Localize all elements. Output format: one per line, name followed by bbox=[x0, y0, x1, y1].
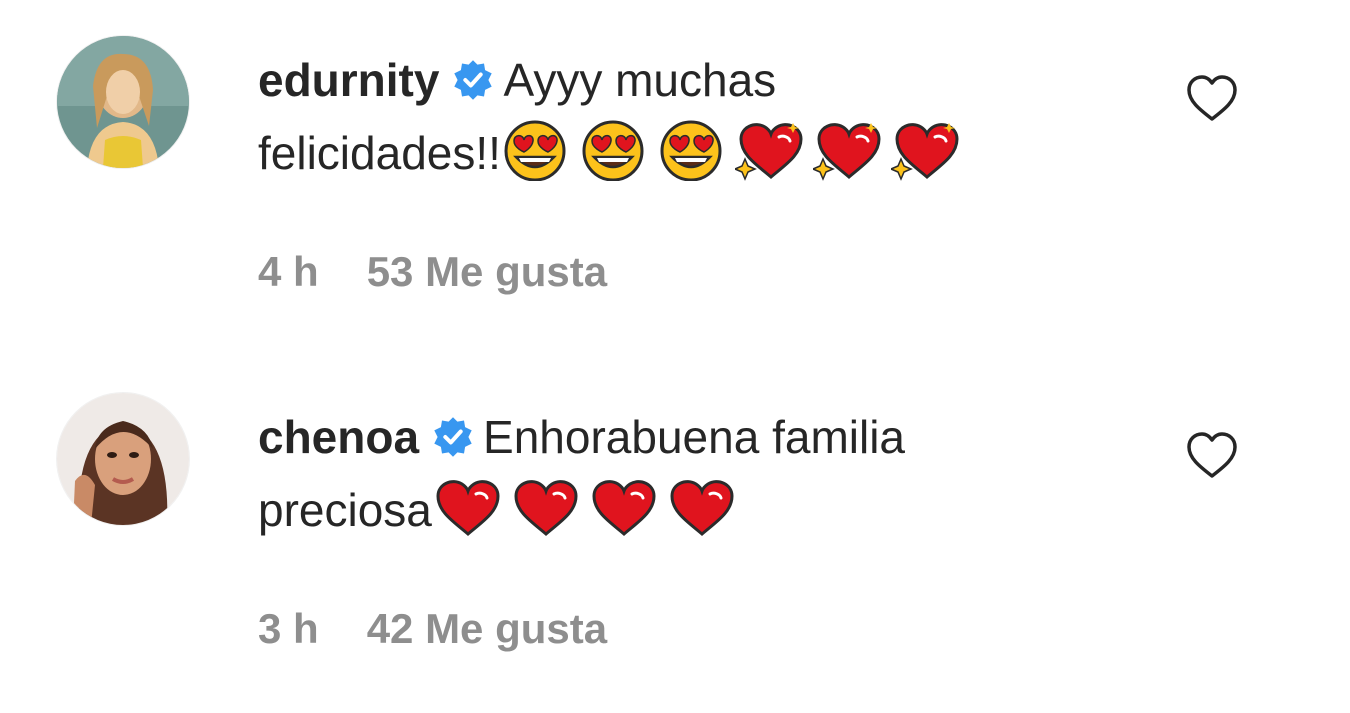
verified-badge-icon bbox=[431, 415, 475, 459]
comment-text: edurnity Ayyy muchas felicidades!! bbox=[258, 44, 1138, 190]
comment-likes[interactable]: 42 Me gusta bbox=[367, 605, 607, 652]
heart-eyes-emoji-icon bbox=[579, 119, 651, 181]
heart-eyes-emoji-icon bbox=[657, 119, 729, 181]
comment-text-line2: preciosa bbox=[258, 484, 432, 536]
like-heart-icon[interactable] bbox=[1185, 74, 1239, 124]
sparkling-heart-emoji-icon bbox=[812, 119, 885, 181]
verified-badge-icon bbox=[451, 58, 495, 102]
comment-text-line1: Ayyy muchas bbox=[503, 54, 777, 106]
red-heart-emoji-icon bbox=[588, 476, 660, 538]
red-heart-emoji-icon bbox=[666, 476, 738, 538]
red-heart-emoji-icon bbox=[510, 476, 582, 538]
comment-item: edurnity Ayyy muchas felicidades!! 4 h 5… bbox=[0, 0, 1350, 356]
red-heart-emoji-icon bbox=[432, 476, 504, 538]
comment-likes[interactable]: 53 Me gusta bbox=[367, 248, 607, 295]
comment-text-line2: felicidades!! bbox=[258, 127, 501, 179]
comment-item: chenoa Enhorabuena familia preciosa 3 h … bbox=[0, 357, 1350, 713]
comment-time[interactable]: 3 h bbox=[258, 605, 319, 652]
comment-meta: 3 h 42 Me gusta bbox=[258, 605, 607, 653]
comment-text-line1: Enhorabuena familia bbox=[483, 411, 905, 463]
sparkling-heart-emoji-icon bbox=[734, 119, 807, 181]
username[interactable]: edurnity bbox=[258, 54, 439, 106]
username[interactable]: chenoa bbox=[258, 411, 419, 463]
like-heart-icon[interactable] bbox=[1185, 431, 1239, 481]
comment-body: chenoa Enhorabuena familia preciosa bbox=[258, 401, 1138, 547]
comment-body: edurnity Ayyy muchas felicidades!! bbox=[258, 44, 1138, 190]
avatar[interactable] bbox=[57, 393, 189, 525]
comment-text: chenoa Enhorabuena familia preciosa bbox=[258, 401, 1138, 547]
comment-meta: 4 h 53 Me gusta bbox=[258, 248, 607, 296]
comment-time[interactable]: 4 h bbox=[258, 248, 319, 295]
avatar[interactable] bbox=[57, 36, 189, 168]
heart-eyes-emoji-icon bbox=[501, 119, 573, 181]
sparkling-heart-emoji-icon bbox=[890, 119, 963, 181]
